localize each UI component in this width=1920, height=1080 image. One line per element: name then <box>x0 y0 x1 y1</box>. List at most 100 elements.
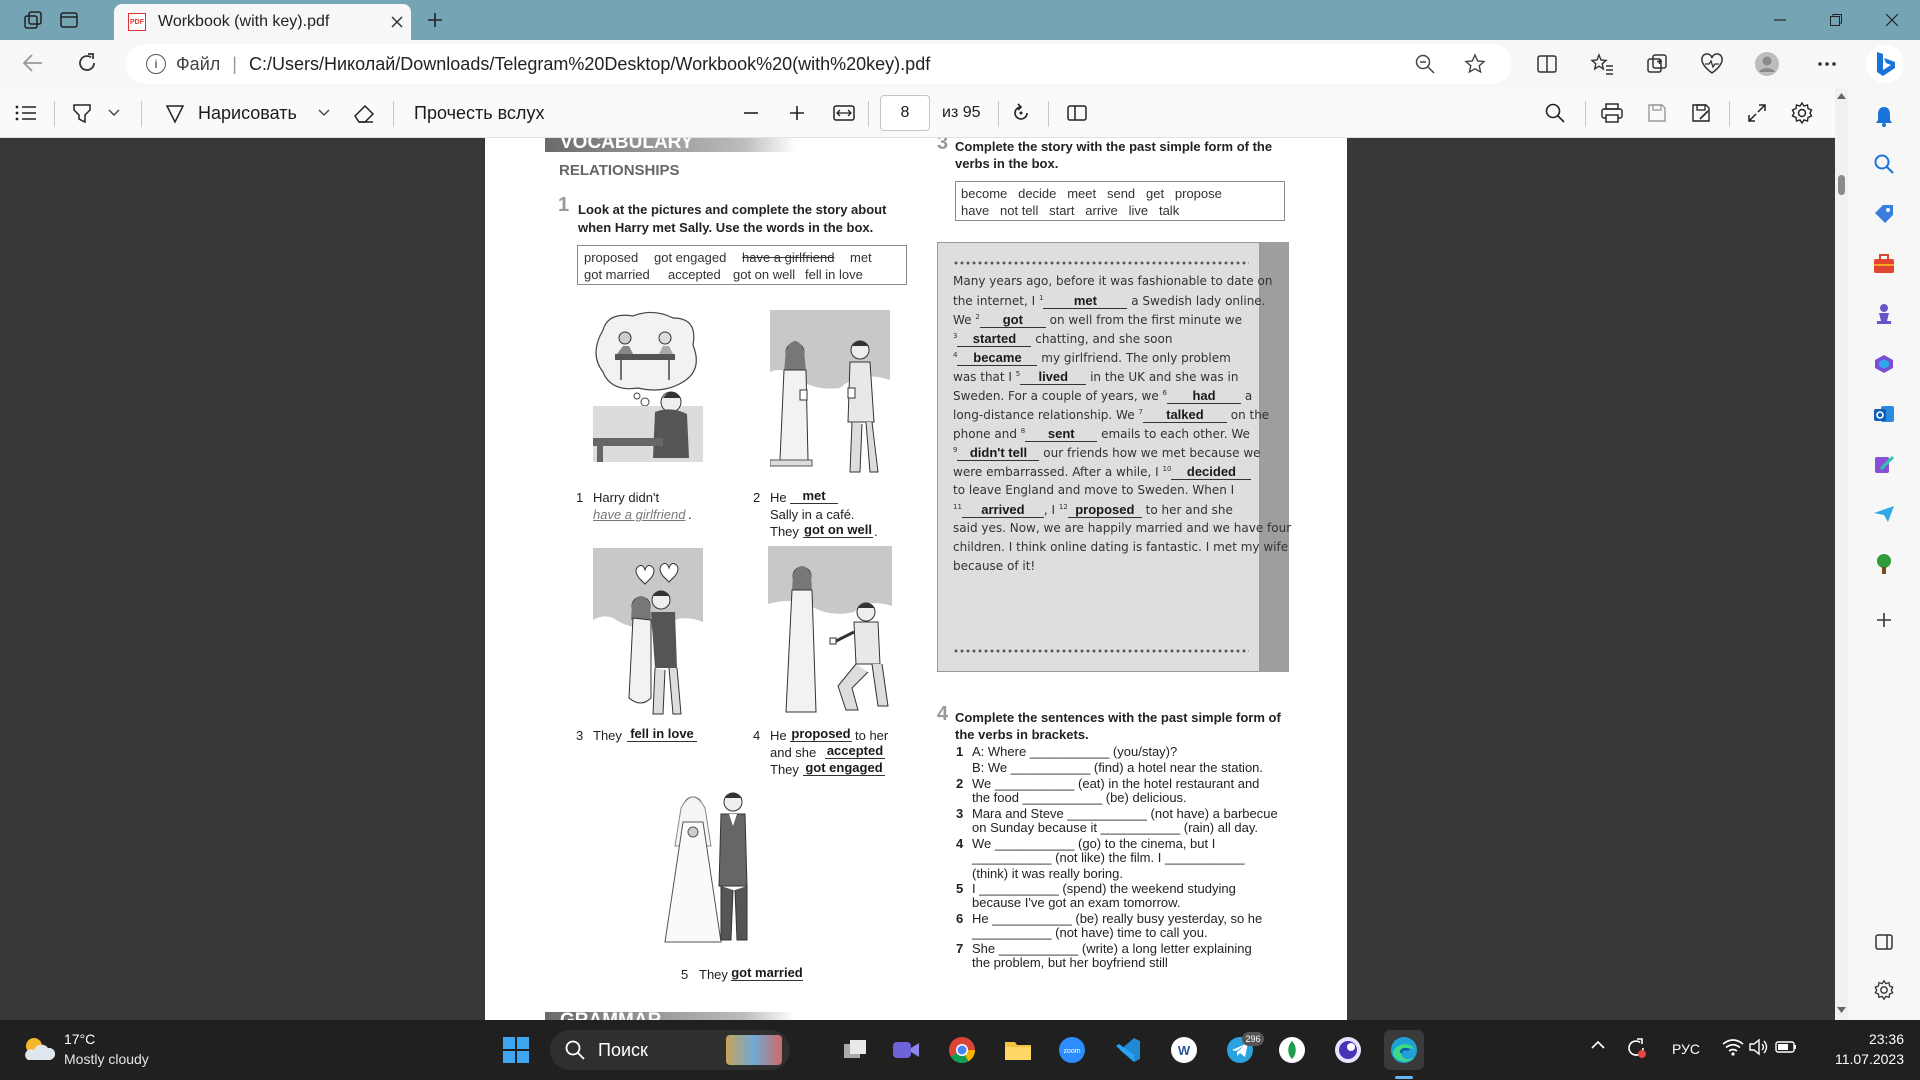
volume-icon[interactable] <box>1748 1038 1770 1056</box>
answer-11: arrived <box>961 502 1044 518</box>
zoom-app-icon[interactable]: zoom <box>1052 1030 1092 1070</box>
active-tab[interactable]: PDF Workbook (with key).pdf <box>114 4 411 40</box>
zoom-out-icon[interactable] <box>742 96 760 130</box>
exercise-4-number: 4 <box>937 703 949 725</box>
url-field[interactable]: i Файл | C:/Users/Николай/Downloads/Tele… <box>126 44 1512 84</box>
more-options-icon[interactable] <box>1810 47 1844 81</box>
item-2-period: . <box>874 524 878 539</box>
weather-cloud-icon[interactable] <box>20 1034 56 1064</box>
settings-gear-icon[interactable] <box>1790 96 1814 130</box>
word-app-icon[interactable]: W <box>1164 1030 1204 1070</box>
microsoft-365-icon[interactable] <box>1866 346 1902 382</box>
close-tab-icon[interactable] <box>383 8 411 36</box>
restore-icon[interactable] <box>1808 0 1864 40</box>
tree-icon[interactable] <box>1866 546 1902 582</box>
shopping-tag-icon[interactable] <box>1866 196 1902 232</box>
green-leaf-app-icon[interactable] <box>1272 1030 1312 1070</box>
taskbar: 17°C Mostly cloudy Поиск zoom W 296 РУС … <box>0 1020 1920 1080</box>
vertical-scrollbar[interactable] <box>1835 88 1848 1020</box>
draw-button[interactable]: Нарисовать <box>164 96 297 130</box>
bing-copilot-icon[interactable] <box>1866 45 1904 83</box>
show-hidden-icons-chevron[interactable] <box>1590 1040 1606 1050</box>
search-icon[interactable] <box>1544 96 1566 130</box>
item-4-text: He <box>770 728 787 743</box>
highlight-icon[interactable] <box>70 96 94 130</box>
story-line: was that I 5 lived in the UK and she was … <box>953 369 1239 385</box>
sidebar-settings-icon[interactable] <box>1866 972 1902 1008</box>
answer-1: met <box>1043 293 1128 309</box>
taskbar-search-box[interactable]: Поиск <box>550 1030 790 1070</box>
language-indicator[interactable]: РУС <box>1672 1041 1700 1057</box>
workspaces-icon[interactable] <box>17 4 49 36</box>
chrome-icon[interactable] <box>942 1030 982 1070</box>
favorite-star-icon[interactable] <box>1458 47 1492 81</box>
games-chess-icon[interactable] <box>1866 296 1902 332</box>
tab-bar: PDF Workbook (with key).pdf <box>0 0 1920 40</box>
clock-time[interactable]: 23:36 <box>1828 1031 1904 1047</box>
hide-sidebar-icon[interactable] <box>1866 924 1902 960</box>
highlight-options-chevron-icon[interactable] <box>108 96 120 130</box>
zoom-in-icon[interactable] <box>788 96 806 130</box>
draw-options-chevron-icon[interactable] <box>318 96 330 130</box>
telegram-badge: 296 <box>1242 1032 1264 1046</box>
reload-icon[interactable] <box>74 50 104 78</box>
browser-essentials-icon[interactable] <box>1695 47 1729 81</box>
item-5-answer: got married <box>731 965 803 981</box>
rotate-icon[interactable] <box>1010 96 1032 130</box>
favorites-icon[interactable] <box>1585 47 1619 81</box>
read-aloud-button[interactable]: Прочесть вслух <box>414 96 544 130</box>
scrollbar-thumb[interactable] <box>1838 175 1845 195</box>
save-icon[interactable] <box>1646 96 1668 130</box>
story-line: Sweden. For a couple of years, we 6 had a <box>953 388 1253 404</box>
weather-temp: 17°C <box>64 1031 96 1047</box>
fit-width-icon[interactable] <box>832 96 856 130</box>
purple-orb-app-icon[interactable] <box>1328 1030 1368 1070</box>
sentence-text: ___________ (not have) time to call you. <box>972 925 1208 940</box>
grammar-heading: GRAMMAR <box>560 1010 661 1020</box>
back-arrow-icon[interactable] <box>20 50 50 78</box>
send-paper-plane-icon[interactable] <box>1866 496 1902 532</box>
scroll-down-arrow-icon[interactable] <box>1835 1004 1848 1018</box>
add-sidebar-app-icon[interactable] <box>1866 602 1902 638</box>
clock-date[interactable]: 11.07.2023 <box>1818 1051 1904 1067</box>
exercise-1-instruction: when Harry met Sally. Use the words in t… <box>578 220 874 235</box>
vscode-icon[interactable] <box>1108 1030 1148 1070</box>
profile-avatar-icon[interactable] <box>1750 47 1784 81</box>
page-view-icon[interactable] <box>1066 96 1088 130</box>
fullscreen-icon[interactable] <box>1746 96 1768 130</box>
outlook-icon[interactable] <box>1866 396 1902 432</box>
item-4-text: They <box>770 762 799 777</box>
contents-list-icon[interactable] <box>14 96 38 130</box>
item-4-answer-1: proposed <box>790 726 852 742</box>
battery-icon[interactable] <box>1774 1038 1798 1056</box>
toolbar-divider <box>141 101 142 127</box>
close-window-icon[interactable] <box>1864 0 1920 40</box>
file-explorer-icon[interactable] <box>998 1030 1038 1070</box>
sync-refresh-icon[interactable] <box>1624 1036 1648 1060</box>
toolbar-divider <box>868 101 869 127</box>
designer-icon[interactable] <box>1866 446 1902 482</box>
task-view-icon[interactable] <box>835 1030 875 1070</box>
start-windows-icon[interactable] <box>496 1030 536 1070</box>
story-line: children. I think online dating is fanta… <box>953 540 1289 554</box>
page-number-input[interactable]: 8 <box>880 95 930 131</box>
meet-camera-icon[interactable] <box>886 1030 926 1070</box>
print-icon[interactable] <box>1600 96 1624 130</box>
minimize-icon[interactable] <box>1752 0 1808 40</box>
sidebar-search-icon[interactable] <box>1866 146 1902 182</box>
collections-icon[interactable] <box>1640 47 1674 81</box>
tab-actions-icon[interactable] <box>53 4 85 36</box>
eraser-icon[interactable] <box>352 96 376 130</box>
new-tab-button[interactable] <box>420 6 450 34</box>
notification-bell-icon[interactable] <box>1866 98 1902 134</box>
dotted-divider <box>953 261 1249 265</box>
zoom-out-magnifier-icon[interactable] <box>1408 47 1442 81</box>
edge-browser-icon[interactable] <box>1384 1030 1424 1070</box>
illustration-fell-in-love <box>593 548 703 718</box>
tools-briefcase-icon[interactable] <box>1866 246 1902 282</box>
info-icon[interactable]: i <box>146 54 166 74</box>
split-screen-icon[interactable] <box>1530 47 1564 81</box>
save-as-icon[interactable] <box>1690 96 1712 130</box>
wifi-icon[interactable] <box>1722 1038 1744 1056</box>
word-box-word: proposed <box>584 250 639 265</box>
